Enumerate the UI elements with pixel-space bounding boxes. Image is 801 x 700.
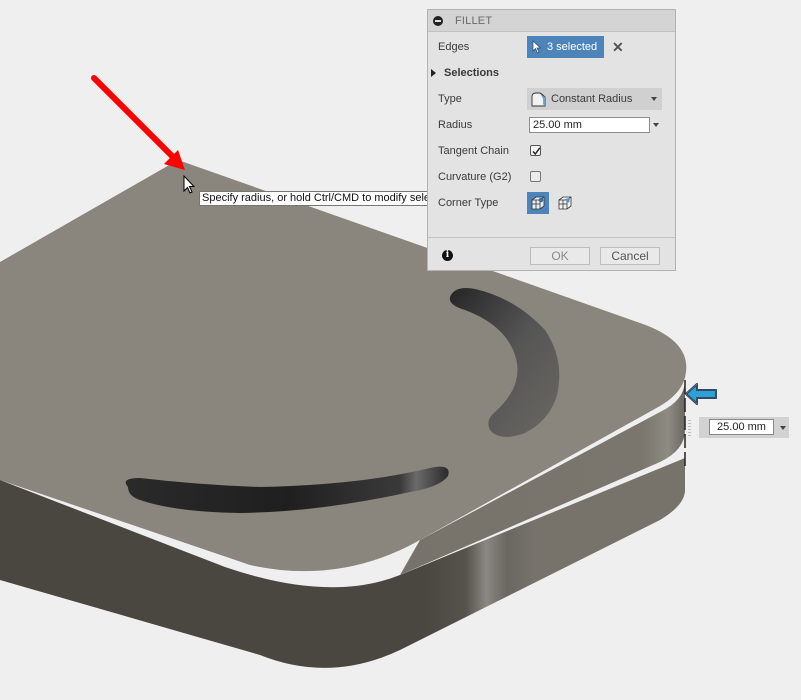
- corner-type-row: Corner Type: [428, 191, 675, 215]
- corner-type-setback-button[interactable]: [554, 192, 576, 214]
- dimension-input[interactable]: 25.00 mm: [709, 419, 774, 435]
- dialog-footer: i OK Cancel: [428, 237, 675, 270]
- radius-label: Radius: [438, 119, 473, 131]
- radius-row: Radius 25.00 mm: [428, 113, 675, 137]
- type-value: Constant Radius: [551, 93, 633, 105]
- corner-type-label: Corner Type: [438, 197, 499, 209]
- drag-handle[interactable]: [688, 420, 691, 438]
- type-label: Type: [438, 93, 462, 105]
- corner-type-rolling-ball-button[interactable]: [527, 192, 549, 214]
- chevron-down-icon: [651, 97, 657, 101]
- curvature-checkbox[interactable]: [530, 171, 541, 182]
- type-row: Type Constant Radius: [428, 87, 675, 111]
- dialog-header[interactable]: FILLET: [428, 10, 675, 32]
- corner-rolling-ball-icon: [531, 196, 545, 210]
- part-model[interactable]: [0, 0, 801, 700]
- selections-section[interactable]: Selections: [428, 61, 675, 85]
- radius-dropdown-icon[interactable]: [653, 123, 659, 127]
- corner-setback-icon: [558, 196, 572, 210]
- edges-label: Edges: [438, 41, 470, 53]
- info-icon[interactable]: i: [442, 250, 453, 261]
- curvature-row: Curvature (G2): [428, 165, 675, 189]
- tangent-chain-row: Tangent Chain: [428, 139, 675, 163]
- checkmark-icon: [532, 147, 541, 156]
- expand-triangle-icon[interactable]: [431, 69, 436, 77]
- 3d-viewport[interactable]: [0, 0, 801, 700]
- ok-button[interactable]: OK: [530, 247, 590, 265]
- radius-input[interactable]: 25.00 mm: [529, 117, 650, 133]
- tooltip: Specify radius, or hold Ctrl/CMD to modi…: [199, 191, 462, 206]
- edges-select-button[interactable]: 3 selected: [527, 36, 604, 58]
- radius-manipulator-arrow-icon[interactable]: [684, 381, 720, 407]
- edges-count: 3 selected: [547, 41, 598, 53]
- collapse-icon[interactable]: [433, 15, 443, 26]
- clear-selection-icon[interactable]: ✕: [612, 39, 624, 56]
- cancel-button[interactable]: Cancel: [600, 247, 660, 265]
- curvature-label: Curvature (G2): [438, 171, 512, 183]
- type-dropdown[interactable]: Constant Radius: [527, 88, 662, 110]
- constant-radius-icon: [531, 92, 546, 106]
- selections-label: Selections: [444, 67, 500, 79]
- fillet-dialog: FILLET Edges 3 selected ✕ Selections Typ…: [427, 9, 676, 271]
- dimension-dropdown-icon[interactable]: [780, 426, 786, 430]
- edges-row: Edges 3 selected ✕: [428, 35, 675, 59]
- dimension-box: 25.00 mm: [699, 417, 789, 438]
- tangent-chain-checkbox[interactable]: [530, 145, 541, 156]
- select-cursor-icon: [532, 40, 542, 54]
- mouse-cursor-icon: [183, 175, 196, 194]
- tangent-chain-label: Tangent Chain: [438, 145, 509, 157]
- dialog-title: FILLET: [455, 14, 493, 27]
